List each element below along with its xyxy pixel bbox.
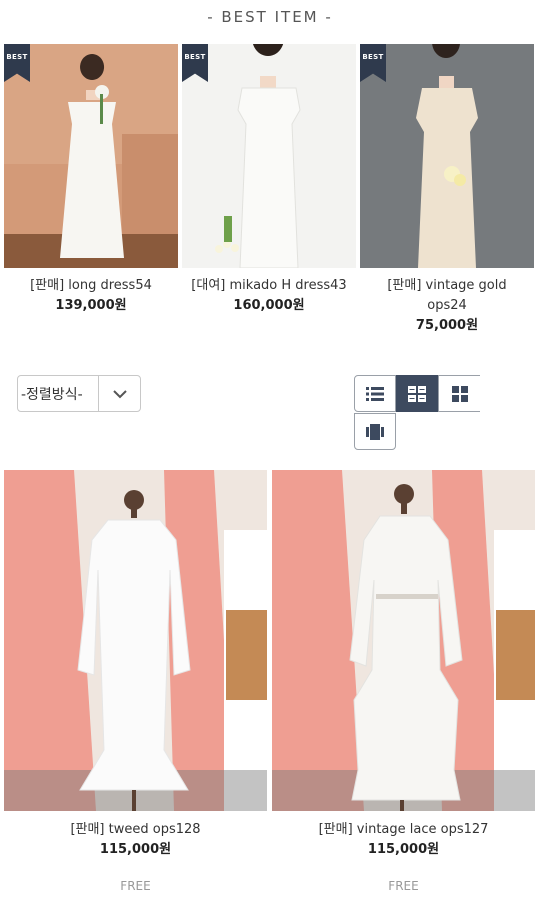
product-image[interactable]: BEST bbox=[182, 44, 356, 268]
gallery-view-button[interactable] bbox=[354, 413, 396, 450]
sort-select-label: -정렬방식- bbox=[21, 386, 83, 403]
best-item-list: BEST [판매] long dress54 139,000원 BEST [대여… bbox=[4, 44, 536, 336]
product-name[interactable]: [판매] tweed ops128 bbox=[4, 820, 267, 840]
list-icon bbox=[366, 386, 384, 401]
product-price: 75,000원 bbox=[415, 318, 479, 333]
best-item-card[interactable]: BEST [판매] vintage gold ops24 75,000원 bbox=[360, 44, 534, 336]
best-item-card[interactable]: BEST [판매] long dress54 139,000원 bbox=[4, 44, 178, 336]
gallery-icon bbox=[366, 423, 384, 440]
sort-select[interactable]: -정렬방식- bbox=[17, 375, 141, 412]
shipping-label: FREE bbox=[388, 879, 419, 893]
product-card[interactable]: [판매] vintage lace ops127 115,000원 FREE bbox=[272, 470, 535, 893]
product-name[interactable]: [대여] mikado H dress43 bbox=[182, 276, 356, 296]
product-image[interactable]: BEST bbox=[4, 44, 178, 268]
list-view-button[interactable] bbox=[354, 375, 396, 412]
best-item-title: - BEST ITEM - bbox=[207, 8, 333, 26]
chevron-down-icon[interactable] bbox=[98, 376, 140, 411]
grid-icon bbox=[451, 385, 468, 402]
product-name[interactable]: [판매] vintage gold ops24 bbox=[360, 276, 534, 316]
product-price: 160,000원 bbox=[233, 298, 305, 313]
product-name[interactable]: [판매] long dress54 bbox=[4, 276, 178, 296]
grid-2-view-button[interactable] bbox=[396, 375, 438, 412]
product-image[interactable] bbox=[4, 470, 267, 811]
shipping-label: FREE bbox=[120, 879, 151, 893]
product-image[interactable]: BEST bbox=[360, 44, 534, 268]
product-image[interactable] bbox=[272, 470, 535, 811]
product-list: [판매] tweed ops128 115,000원 FREE [판매] vin… bbox=[4, 470, 536, 893]
grid-list-icon bbox=[408, 385, 426, 402]
product-price: 115,000원 bbox=[367, 842, 440, 857]
product-name[interactable]: [판매] vintage lace ops127 bbox=[272, 820, 535, 840]
grid-view-button[interactable] bbox=[438, 375, 480, 412]
product-price: 139,000원 bbox=[55, 298, 127, 313]
best-item-card[interactable]: BEST [대여] mikado H dress43 160,000원 bbox=[182, 44, 356, 336]
product-card[interactable]: [판매] tweed ops128 115,000원 FREE bbox=[4, 470, 267, 893]
product-price: 115,000원 bbox=[99, 842, 172, 857]
